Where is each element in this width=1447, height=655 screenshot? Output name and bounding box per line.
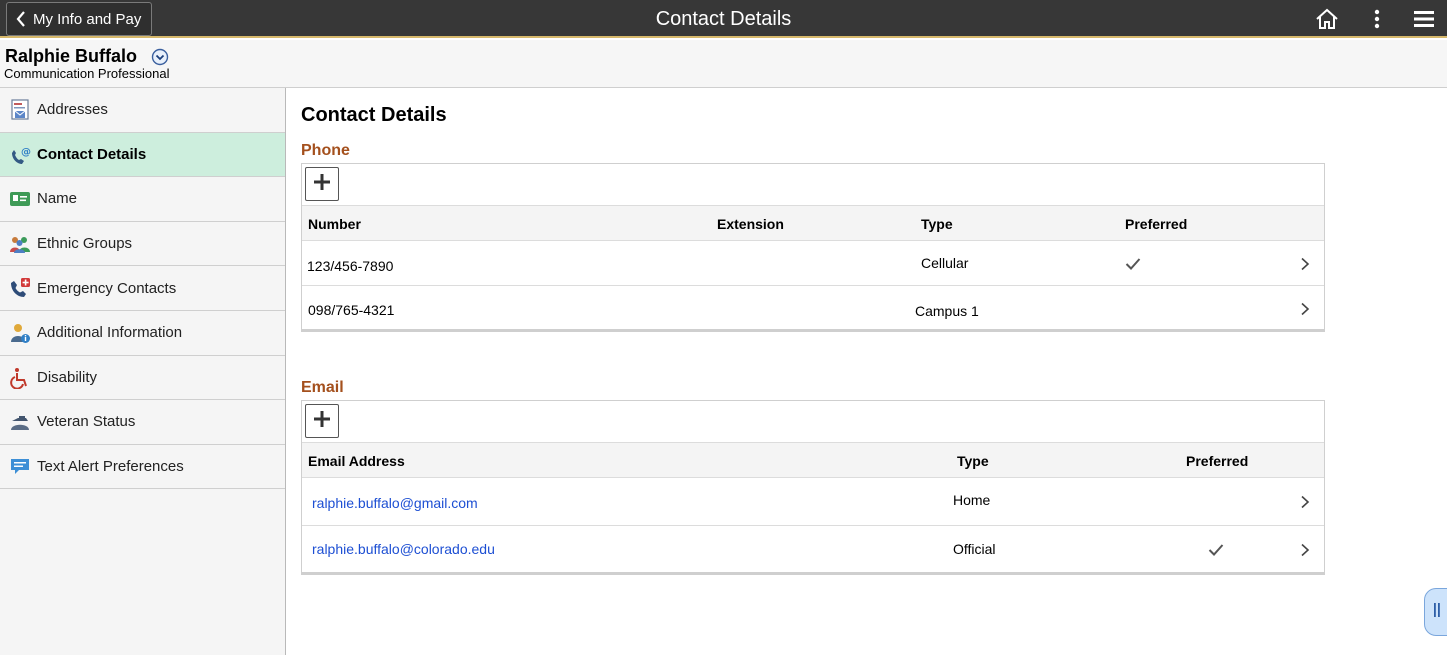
- sidebar-item-label: Ethnic Groups: [37, 235, 133, 253]
- page-header-title: Contact Details: [655, 8, 792, 30]
- column-header-type: Type: [921, 216, 953, 232]
- plus-icon: [313, 410, 331, 433]
- employee-header: Ralphie Buffalo Communication Profession…: [0, 40, 1447, 88]
- menu-icon[interactable]: [1411, 6, 1437, 32]
- home-icon[interactable]: [1314, 6, 1340, 32]
- sidebar-item-ethnic-groups[interactable]: Ethnic Groups: [0, 222, 285, 267]
- column-header-type: Type: [957, 453, 989, 469]
- email-section-label: Email: [301, 379, 344, 396]
- name-card-icon: [9, 188, 31, 210]
- phone-type: Campus 1: [915, 303, 979, 319]
- checkmark-icon: [1125, 257, 1141, 271]
- phone-type: Cellular: [921, 255, 969, 271]
- email-type: Home: [953, 492, 991, 508]
- column-header-extension: Extension: [717, 216, 784, 232]
- phone-row[interactable]: 098/765-4321 Campus 1: [302, 286, 1324, 331]
- chevron-right-icon: [1300, 543, 1310, 557]
- chevron-down-circle-icon[interactable]: [151, 48, 169, 66]
- svg-text:@: @: [21, 147, 31, 158]
- chevron-right-icon: [1300, 495, 1310, 509]
- sidebar-item-label: Additional Information: [37, 324, 183, 342]
- email-type: Official: [953, 541, 996, 557]
- chevron-right-icon: [1300, 257, 1310, 271]
- back-button[interactable]: My Info and Pay: [6, 2, 152, 36]
- page-title: Contact Details: [301, 104, 447, 126]
- email-grid-header: Email Address Type Preferred: [302, 442, 1324, 478]
- sidebar-item-veteran-status[interactable]: Veteran Status: [0, 400, 285, 445]
- sidebar-item-label: Veteran Status: [37, 413, 136, 431]
- employee-name: Ralphie Buffalo: [5, 46, 138, 66]
- email-row[interactable]: ralphie.buffalo@gmail.com Home: [302, 478, 1324, 526]
- add-email-button[interactable]: [305, 404, 339, 438]
- sidebar-item-text-alert-preferences[interactable]: Text Alert Preferences: [0, 445, 285, 490]
- emergency-phone-icon: [9, 277, 31, 299]
- drag-handle-icon: [1433, 602, 1441, 623]
- sidebar-item-disability[interactable]: Disability: [0, 356, 285, 401]
- sidebar-item-label: Name: [37, 190, 78, 208]
- column-header-email-address: Email Address: [308, 453, 405, 469]
- chevron-left-icon: [16, 11, 26, 27]
- chat-bubble-icon: [9, 456, 31, 478]
- people-group-icon: [9, 233, 31, 255]
- person-info-icon: [9, 322, 31, 344]
- sidebar-item-name[interactable]: Name: [0, 177, 285, 222]
- phone-row[interactable]: 123/456-7890 Cellular: [302, 241, 1324, 286]
- sidebar-nav: Addresses @ Contact Details Name Ethnic …: [0, 88, 286, 655]
- chevron-right-icon: [1300, 302, 1310, 316]
- email-row[interactable]: ralphie.buffalo@colorado.edu Official: [302, 526, 1324, 574]
- email-address-link[interactable]: ralphie.buffalo@colorado.edu: [312, 541, 495, 557]
- top-banner: My Info and Pay Contact Details: [0, 0, 1447, 38]
- address-card-icon: [9, 99, 31, 121]
- column-header-preferred: Preferred: [1125, 216, 1188, 232]
- side-panel-handle[interactable]: [1424, 588, 1447, 636]
- phone-grid-toolbar: [302, 164, 1324, 205]
- sidebar-item-label: Emergency Contacts: [37, 279, 177, 297]
- sidebar-item-emergency-contacts[interactable]: Emergency Contacts: [0, 266, 285, 311]
- plus-icon: [313, 173, 331, 196]
- wheelchair-icon: [9, 367, 31, 389]
- add-phone-button[interactable]: [305, 167, 339, 201]
- phone-number: 098/765-4321: [308, 302, 395, 318]
- phone-grid-header: Number Extension Type Preferred: [302, 205, 1324, 241]
- sidebar-item-label: Contact Details: [37, 145, 147, 163]
- sidebar-item-label: Text Alert Preferences: [37, 458, 184, 476]
- email-grid-toolbar: [302, 401, 1324, 442]
- sidebar-item-addresses[interactable]: Addresses: [0, 88, 285, 133]
- employee-job-title: Communication Professional: [4, 66, 170, 81]
- email-address-link[interactable]: ralphie.buffalo@gmail.com: [312, 495, 478, 511]
- phone-grid: Number Extension Type Preferred 123/456-…: [301, 163, 1325, 332]
- checkmark-icon: [1208, 543, 1224, 557]
- phone-number: 123/456-7890: [307, 258, 394, 274]
- more-actions-icon[interactable]: [1364, 6, 1390, 32]
- sidebar-item-label: Addresses: [37, 101, 108, 119]
- phone-section-label: Phone: [301, 142, 350, 159]
- column-header-number: Number: [308, 216, 361, 232]
- back-button-label: My Info and Pay: [33, 10, 142, 28]
- sidebar-item-additional-information[interactable]: Additional Information: [0, 311, 285, 356]
- sidebar-item-contact-details[interactable]: @ Contact Details: [0, 132, 285, 178]
- veteran-icon: [9, 411, 31, 433]
- column-header-preferred: Preferred: [1186, 453, 1249, 469]
- sidebar-item-label: Disability: [37, 368, 98, 386]
- email-grid: Email Address Type Preferred ralphie.buf…: [301, 400, 1325, 575]
- main-content: Contact Details Phone Number Extension T…: [287, 88, 1447, 655]
- phone-email-icon: @: [9, 144, 31, 166]
